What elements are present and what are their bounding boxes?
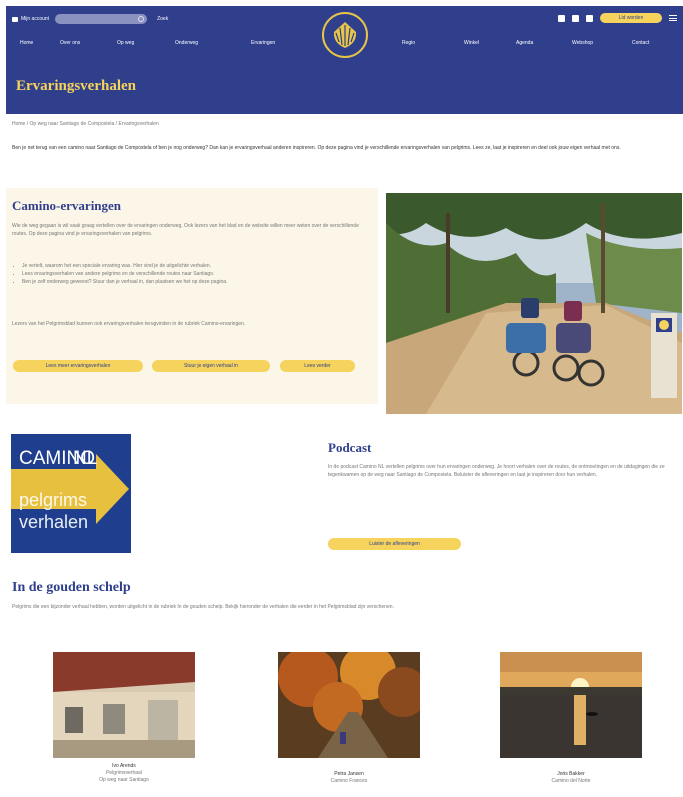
bikes-photo xyxy=(386,193,682,414)
camino-paragraph-2: Lezers van het Pelgrimsblad kunnen ook e… xyxy=(12,321,246,327)
main-nav-right: Regio Winkel Agenda Webshop Contact xyxy=(402,40,672,46)
search-button[interactable]: Zoek xyxy=(157,16,168,22)
nav-item-webshop[interactable]: Webshop xyxy=(572,40,632,46)
podcast-paragraph: In de podcast Camino NL vertellen pelgri… xyxy=(328,464,665,478)
site-logo[interactable] xyxy=(322,12,368,58)
story-caption-3: Joris Bakker Camino del Norte xyxy=(500,771,642,785)
top-left-bar: Mijn account Zoek xyxy=(12,14,168,24)
gouden-schelp-heading: In de gouden schelp xyxy=(12,580,131,595)
story-subtitle-2: Op weg naar Santiago xyxy=(99,777,149,783)
account-label: Mijn account xyxy=(21,16,50,22)
camino-heading: Camino-ervaringen xyxy=(12,198,122,213)
lid-worden-button[interactable]: Lid worden xyxy=(600,13,662,23)
story-thumbnail-2[interactable] xyxy=(278,652,420,758)
site-header: Mijn account Zoek Lid worden Home Over o… xyxy=(6,6,683,114)
menu-icon[interactable] xyxy=(669,15,677,21)
main-nav-left: Home Over ons Op weg Onderweg Ervaringen xyxy=(20,40,301,46)
story-thumbnail-1[interactable] xyxy=(53,652,195,758)
search-input[interactable] xyxy=(55,14,148,24)
account-link[interactable]: Mijn account xyxy=(12,16,49,22)
logo-text-nl: NL xyxy=(73,448,97,469)
breadcrumb[interactable]: Home / Op weg naar Santiago de Compostel… xyxy=(12,121,159,127)
intro-text: Ben je net terug van een camino naar San… xyxy=(12,145,621,151)
story-name[interactable]: Joris Bakker xyxy=(500,771,642,778)
podcast-heading: Podcast xyxy=(328,440,372,455)
camino-paragraph: Wie de weg gegaan is wil vaak graag vert… xyxy=(12,223,359,237)
story-name[interactable]: Petra Jansen xyxy=(278,771,420,778)
nav-item-regio[interactable]: Regio xyxy=(402,40,464,46)
user-icon xyxy=(12,16,18,22)
story-caption-2: Petra Jansen Camino Frances xyxy=(278,771,420,785)
read-more-button[interactable]: Lees verder xyxy=(280,360,355,372)
story-subtitle: Camino del Norte xyxy=(551,778,591,784)
page-title: Ervaringsverhalen xyxy=(16,78,136,94)
camino-nl-logo-image: CAMINO NL pelgrims verhalen xyxy=(11,434,131,553)
story-thumbnail-3[interactable] xyxy=(500,652,642,758)
nav-item-home[interactable]: Home xyxy=(20,40,60,46)
story-name[interactable]: Ivo Arends xyxy=(53,763,195,770)
facebook-icon[interactable] xyxy=(558,14,565,22)
nav-item-onderweg[interactable]: Onderweg xyxy=(175,40,251,46)
nav-item-op-weg[interactable]: Op weg xyxy=(117,40,175,46)
search-icon xyxy=(138,16,145,22)
nav-item-ervaringen[interactable]: Ervaringen xyxy=(251,40,301,46)
nav-item-contact[interactable]: Contact xyxy=(632,40,672,46)
story-caption-1: Ivo Arends Pelgrimsverhaal Op weg naar S… xyxy=(53,763,195,784)
nav-item-over-ons[interactable]: Over ons xyxy=(60,40,117,46)
list-item: Je vertelt, waarom het een speciale erva… xyxy=(22,262,372,270)
camino-list: Je vertelt, waarom het een speciale erva… xyxy=(22,262,372,286)
more-stories-button[interactable]: Lees meer ervaringsverhalen xyxy=(13,360,143,372)
podcast-button[interactable]: Luister de afleveringen xyxy=(328,538,461,550)
logo-text-pelgrims: pelgrims xyxy=(19,490,87,510)
story-subtitle: Camino Frances xyxy=(330,778,368,784)
shell-logo-icon xyxy=(333,22,357,48)
youtube-icon[interactable] xyxy=(586,14,593,22)
submit-story-button[interactable]: Stuur je eigen verhaal in xyxy=(152,360,270,372)
list-item: Ben je zelf onderweg geweest? Stuur dan … xyxy=(22,278,372,286)
list-item: Lees ervaringsverhalen van andere pelgri… xyxy=(22,270,372,278)
nav-item-agenda[interactable]: Agenda xyxy=(516,40,572,46)
top-right-bar: Lid worden xyxy=(558,13,677,23)
story-subtitle: Pelgrimsverhaal xyxy=(106,770,142,776)
logo-text-verhalen: verhalen xyxy=(19,512,88,532)
instagram-icon[interactable] xyxy=(572,14,579,22)
gouden-schelp-paragraph: Pelgrims die een bijzonder verhaal hebbe… xyxy=(12,604,394,610)
nav-item-winkel[interactable]: Winkel xyxy=(464,40,516,46)
